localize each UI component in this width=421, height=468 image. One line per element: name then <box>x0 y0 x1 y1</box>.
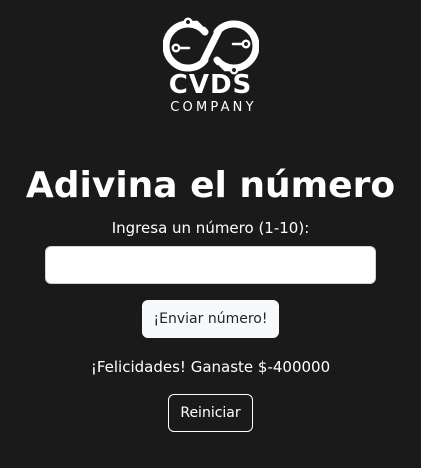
reset-button[interactable]: Reiniciar <box>168 394 253 432</box>
number-input-label: Ingresa un número (1-10): <box>111 219 310 237</box>
infinity-circuit-logo-icon <box>162 16 259 76</box>
send-number-button[interactable]: ¡Enviar número! <box>142 300 279 338</box>
logo <box>0 14 421 78</box>
logo-name: CVDS <box>168 70 253 100</box>
logo-tagline: COMPANY <box>170 100 257 115</box>
result-message: ¡Felicidades! Ganaste $-400000 <box>90 358 331 376</box>
number-input[interactable] <box>45 246 376 284</box>
page-title: Adivina el número <box>25 165 396 206</box>
